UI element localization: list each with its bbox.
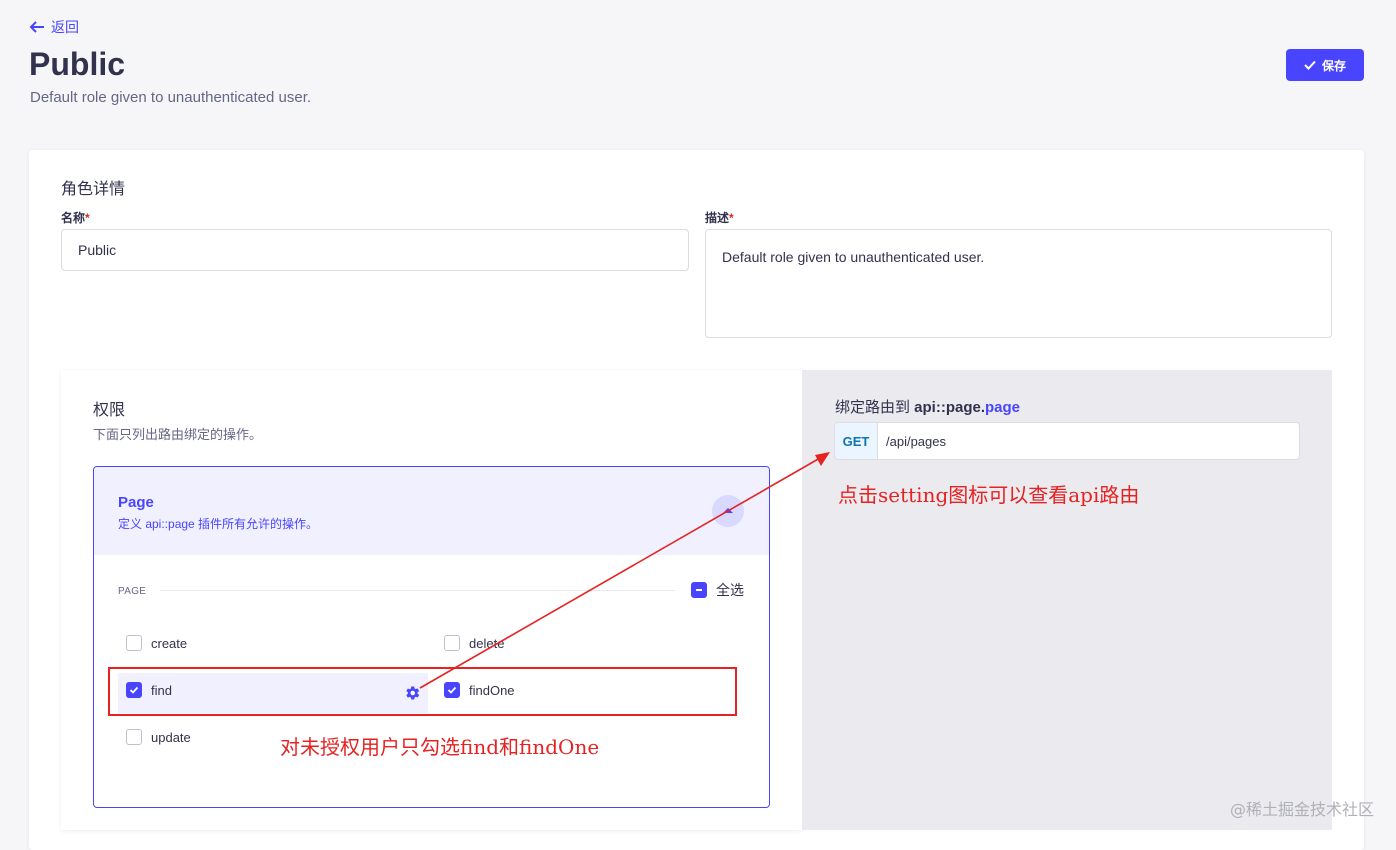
annotation-highlight-box	[108, 667, 737, 716]
role-details-title: 角色详情	[61, 181, 126, 198]
back-label: 返回	[51, 19, 79, 35]
accordion-toggle[interactable]	[712, 495, 744, 527]
action-update[interactable]: update	[126, 729, 191, 745]
accordion-title: Page	[118, 494, 154, 511]
page-subtitle: Default role given to unauthenticated us…	[30, 89, 312, 106]
permissions-description: 下面只列出路由绑定的操作。	[93, 427, 263, 442]
checkbox[interactable]	[444, 635, 460, 651]
select-all-checkbox[interactable]: 全选	[691, 580, 744, 600]
route-title: 绑定路由到 api::page.page	[835, 399, 1021, 416]
annotation-setting-note: 点击setting图标可以查看api路由	[838, 483, 1140, 507]
route-path: /api/pages	[886, 433, 946, 449]
accordion-subtitle: 定义 api::page 插件所有允许的操作。	[118, 517, 319, 531]
name-field[interactable]: Public	[61, 229, 689, 271]
description-field[interactable]: Default role given to unauthenticated us…	[705, 229, 1332, 338]
action-label: update	[151, 729, 191, 745]
save-label: 保存	[1321, 58, 1346, 73]
page-title: Public	[29, 46, 126, 82]
checkbox[interactable]	[126, 729, 142, 745]
select-all-label: 全选	[716, 582, 744, 598]
watermark: @稀土掘金技术社区	[1230, 800, 1375, 819]
http-method-badge: GET	[835, 423, 878, 459]
checkbox[interactable]	[126, 635, 142, 651]
back-link[interactable]: 返回	[29, 17, 79, 37]
indeterminate-icon	[691, 582, 707, 598]
check-icon	[1304, 60, 1316, 70]
permissions-title: 权限	[93, 402, 126, 419]
chevron-up-icon	[723, 508, 733, 513]
description-label: 描述*	[705, 211, 734, 225]
group-divider	[160, 590, 675, 591]
save-button[interactable]: 保存	[1286, 49, 1364, 81]
action-label: create	[151, 635, 188, 651]
action-delete[interactable]: delete	[444, 635, 504, 651]
action-label: delete	[469, 635, 505, 651]
name-label: 名称*	[61, 211, 90, 225]
route-item: GET /api/pages	[834, 422, 1300, 460]
group-label: PAGE	[118, 586, 147, 597]
required-mark: *	[729, 211, 734, 225]
arrow-left-icon	[29, 21, 44, 33]
accordion-header[interactable]: Page 定义 api::page 插件所有允许的操作。	[94, 467, 769, 555]
required-mark: *	[85, 211, 90, 225]
annotation-select-note: 对未授权用户只勾选find和findOne	[280, 735, 600, 759]
action-create[interactable]: create	[126, 635, 187, 651]
